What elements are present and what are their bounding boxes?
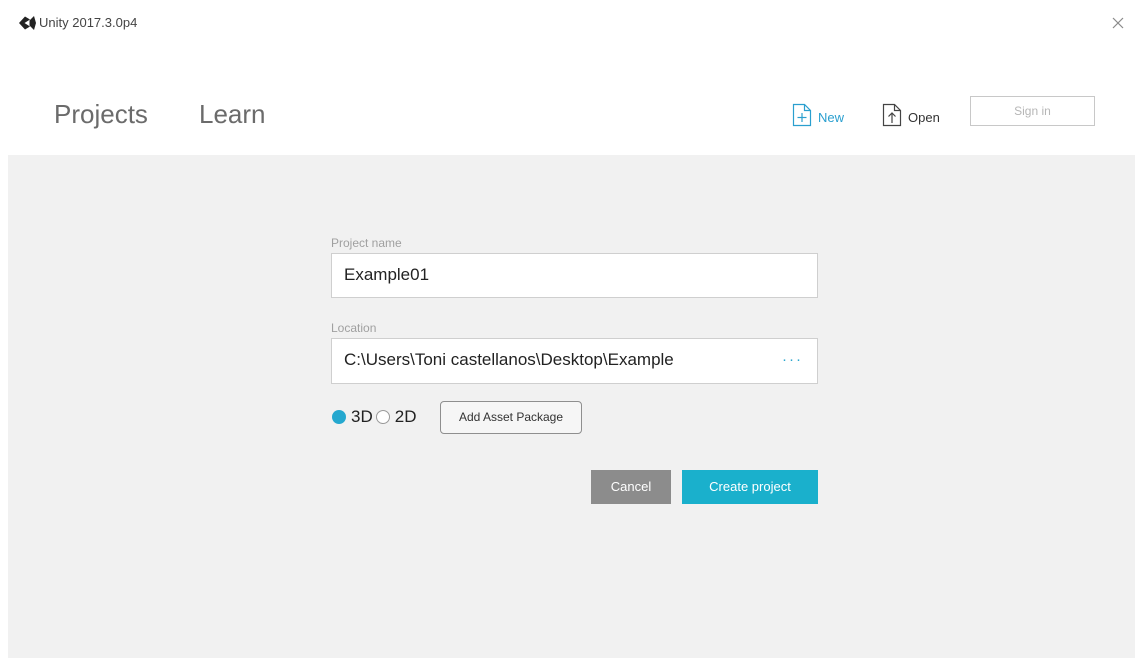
window-title: Unity 2017.3.0p4	[39, 15, 138, 30]
new-project-button[interactable]: New	[792, 100, 844, 130]
project-mode-selector: 3D 2D	[332, 405, 416, 429]
radio-2d-label[interactable]: 2D	[395, 407, 417, 427]
browse-location-button[interactable]: ···	[782, 339, 803, 381]
project-name-value: Example01	[344, 265, 430, 284]
location-input[interactable]: C:\Users\Toni castellanos\Desktop\Exampl…	[331, 338, 818, 384]
open-project-button[interactable]: Open	[882, 100, 940, 130]
radio-3d[interactable]	[332, 410, 346, 424]
create-project-button[interactable]: Create project	[682, 470, 818, 504]
tab-learn[interactable]: Learn	[199, 98, 266, 130]
new-file-icon	[792, 103, 812, 127]
open-file-icon	[882, 103, 902, 127]
location-label: Location	[331, 321, 377, 335]
new-label: New	[818, 110, 845, 125]
top-navigation: Projects Learn New Open Sign in	[0, 86, 1135, 146]
unity-logo-icon	[18, 15, 37, 31]
radio-3d-label[interactable]: 3D	[351, 407, 373, 427]
close-icon[interactable]	[1107, 12, 1129, 34]
radio-2d[interactable]	[375, 410, 390, 424]
location-value: C:\Users\Toni castellanos\Desktop\Exampl…	[344, 350, 674, 369]
title-bar: Unity 2017.3.0p4	[0, 0, 1135, 40]
add-asset-package-button[interactable]: Add Asset Package	[440, 401, 582, 434]
open-label: Open	[908, 110, 940, 125]
tab-projects[interactable]: Projects	[54, 98, 148, 130]
cancel-button[interactable]: Cancel	[591, 470, 671, 504]
project-name-label: Project name	[331, 236, 402, 250]
project-name-input[interactable]: Example01	[331, 253, 818, 298]
sign-in-button[interactable]: Sign in	[970, 96, 1095, 126]
new-project-panel: Project name Example01 Location C:\Users…	[8, 155, 1135, 658]
